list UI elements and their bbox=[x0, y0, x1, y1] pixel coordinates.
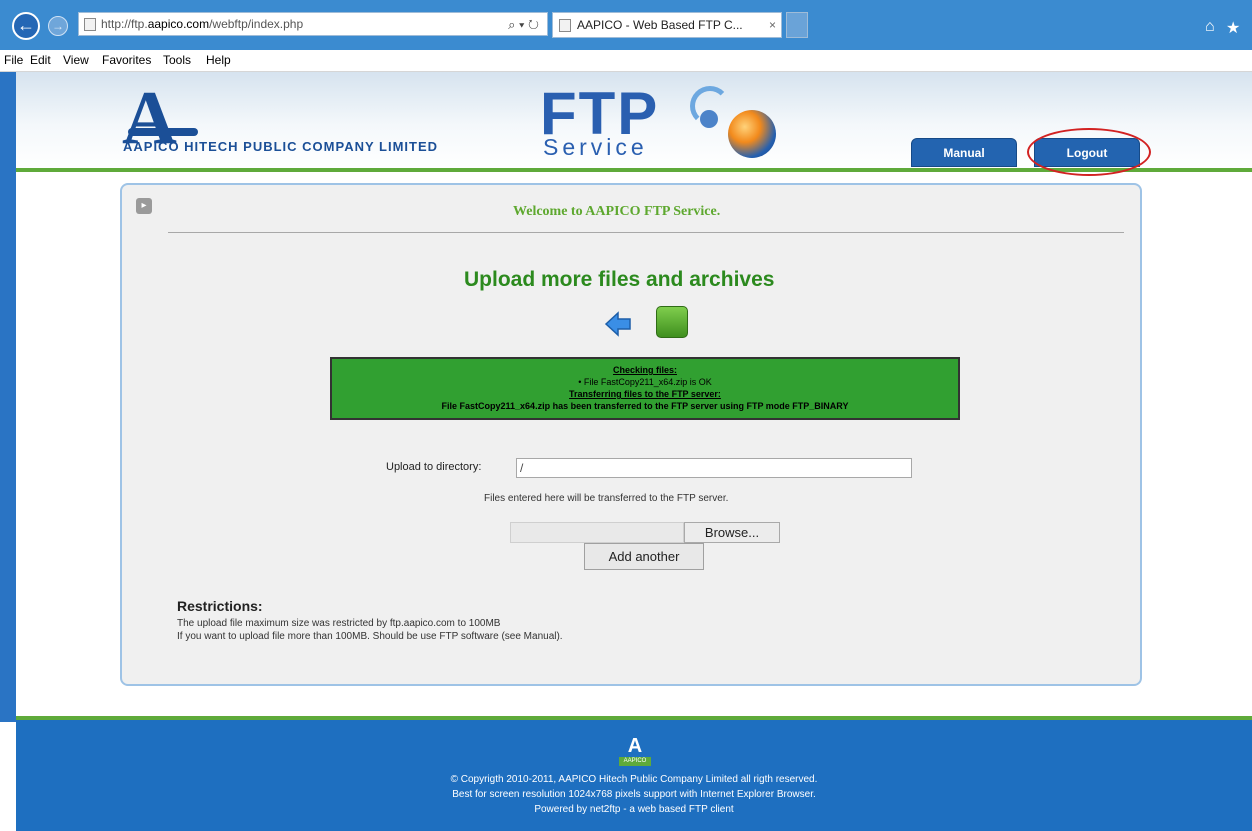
footer-logo-sub: AAPICO bbox=[619, 757, 651, 766]
collapse-arrow-icon[interactable]: ▸ bbox=[136, 198, 152, 214]
globe-icon bbox=[728, 110, 776, 158]
menu-bar: File Edit View Favorites Tools Help bbox=[0, 50, 1252, 72]
browser-tab[interactable]: AAPICO - Web Based FTP C... × bbox=[552, 12, 782, 38]
new-tab-button[interactable] bbox=[786, 12, 808, 38]
files-note: Files entered here will be transferred t… bbox=[484, 493, 729, 504]
company-name: AAPICO HITECH PUBLIC COMPANY LIMITED bbox=[123, 139, 439, 154]
page-title: Upload more files and archives bbox=[464, 268, 775, 291]
back-button[interactable]: ← bbox=[12, 12, 40, 40]
left-edge-strip bbox=[0, 72, 16, 722]
menu-edit[interactable]: Edit bbox=[30, 53, 51, 67]
logo-swoosh bbox=[128, 128, 198, 136]
tab-title: AAPICO - Web Based FTP C... bbox=[577, 18, 743, 32]
restrictions-title: Restrictions: bbox=[177, 598, 263, 614]
main-panel bbox=[120, 183, 1142, 686]
restriction-line-1: The upload file maximum size was restric… bbox=[177, 618, 501, 629]
menu-view[interactable]: View bbox=[63, 53, 89, 67]
menu-help[interactable]: Help bbox=[206, 53, 231, 67]
status-checking-heading: Checking files: bbox=[612, 365, 677, 375]
tab-close-icon[interactable]: × bbox=[769, 18, 776, 32]
directory-input[interactable] bbox=[516, 458, 912, 478]
status-message-box: Checking files: • File FastCopy211_x64.z… bbox=[330, 357, 960, 420]
status-transfer-heading: Transferring files to the FTP server: bbox=[569, 389, 721, 399]
menu-tools[interactable]: Tools bbox=[163, 53, 191, 67]
page-icon bbox=[84, 18, 96, 31]
logout-highlight-circle bbox=[1027, 128, 1151, 176]
browse-button[interactable]: Browse... bbox=[684, 522, 780, 543]
directory-label: Upload to directory: bbox=[386, 461, 482, 473]
menu-file[interactable]: File bbox=[4, 53, 23, 67]
upload-submit-icon[interactable] bbox=[656, 306, 688, 338]
forward-button[interactable]: → bbox=[48, 16, 68, 36]
add-another-button[interactable]: Add another bbox=[584, 543, 704, 570]
status-check-line: • File FastCopy211_x64.zip is OK bbox=[578, 377, 712, 387]
footer-copyright: © Copyrigth 2010-2011, AAPICO Hitech Pub… bbox=[450, 774, 818, 785]
panel-divider bbox=[168, 232, 1124, 233]
welcome-message: Welcome to AAPICO FTP Service. bbox=[513, 204, 721, 219]
plug-icon bbox=[700, 110, 718, 128]
favorites-star-icon[interactable]: ★ bbox=[1226, 18, 1240, 38]
status-transfer-line: File FastCopy211_x64.zip has been transf… bbox=[441, 401, 849, 411]
home-icon[interactable]: ⌂ bbox=[1205, 18, 1215, 36]
footer-resolution-note: Best for screen resolution 1024x768 pixe… bbox=[452, 789, 816, 800]
address-bar[interactable]: http://ftp.aapico.com/webftp/index.php ⌕… bbox=[78, 12, 548, 36]
manual-button[interactable]: Manual bbox=[911, 138, 1017, 167]
back-arrow-icon[interactable] bbox=[604, 310, 632, 338]
ftp-service-text: Service bbox=[543, 134, 648, 160]
file-path-field[interactable] bbox=[510, 522, 684, 543]
tab-page-icon bbox=[559, 19, 571, 32]
address-url: http://ftp.aapico.com/webftp/index.php bbox=[101, 17, 304, 31]
address-tools-icons[interactable]: ⌕ ▾ ↻ bbox=[508, 17, 539, 33]
restriction-line-2: If you want to upload file more than 100… bbox=[177, 631, 563, 642]
footer-logo: A bbox=[627, 735, 643, 757]
menu-favorites[interactable]: Favorites bbox=[102, 53, 151, 67]
footer-powered-by: Powered by net2ftp - a web based FTP cli… bbox=[534, 804, 734, 815]
